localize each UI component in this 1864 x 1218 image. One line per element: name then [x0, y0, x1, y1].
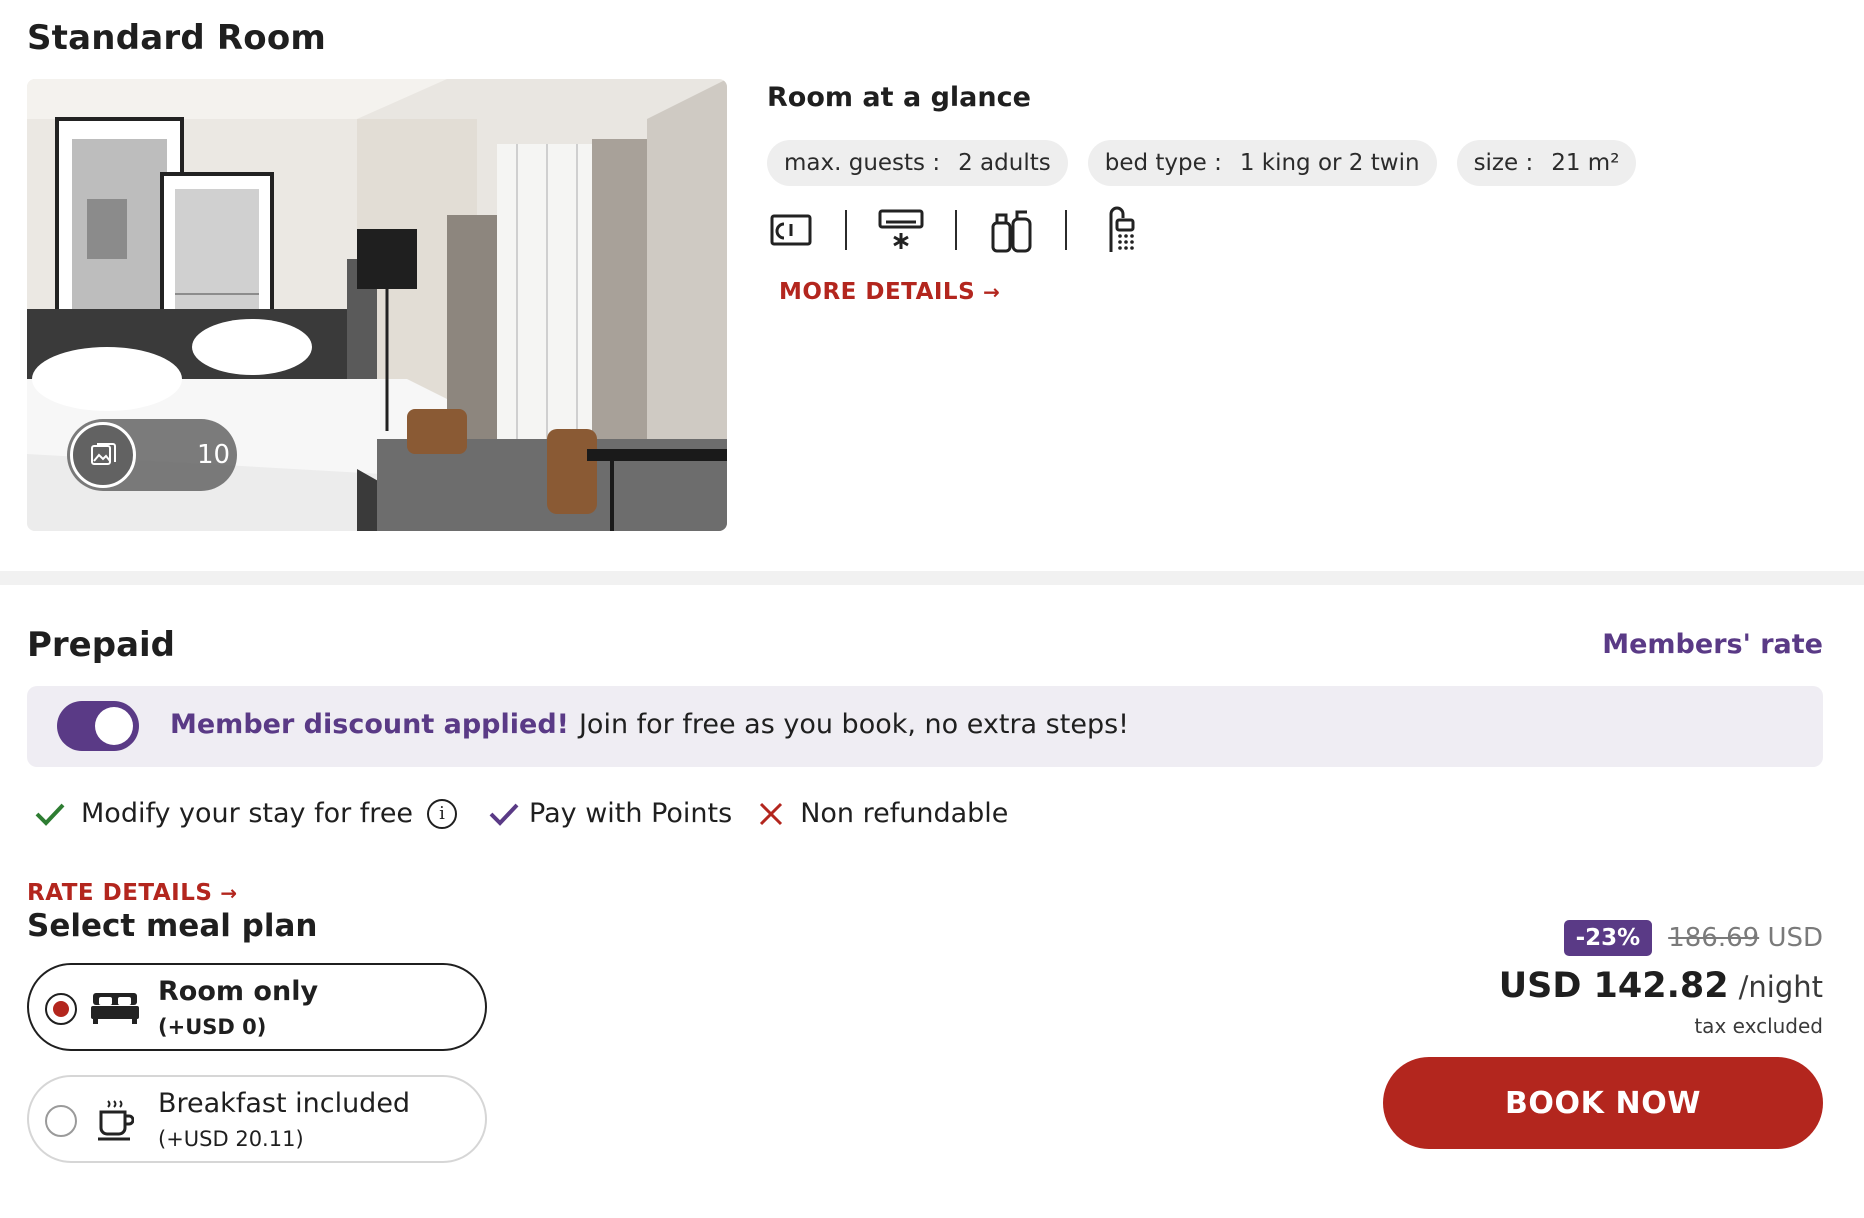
feature-non-refundable: Non refundable	[758, 798, 1008, 829]
feature-text: Modify your stay for free	[81, 798, 414, 829]
meal-option-name: Room only	[158, 976, 319, 1007]
room-glance-title: Room at a glance	[767, 82, 1031, 113]
chip-label: max. guests :	[784, 150, 941, 176]
bed-icon	[89, 985, 141, 1031]
room-chips: max. guests : 2 adults bed type : 1 king…	[767, 140, 1637, 186]
price-block: -23% 186.69 USD USD 142.82 /night tax ex…	[1499, 920, 1823, 1038]
meal-plan-title: Select meal plan	[27, 908, 318, 944]
check-icon	[489, 802, 519, 826]
max-guests-chip: max. guests : 2 adults	[767, 140, 1068, 186]
rate-details-label: RATE DETAILS	[27, 880, 213, 906]
chip-value: 21 m²	[1551, 150, 1620, 176]
coffee-cup-icon	[89, 1097, 141, 1143]
original-price-amount: 186.69	[1668, 923, 1760, 953]
gallery-icon	[70, 422, 136, 488]
feature-modify-stay: Modify your stay for free i	[35, 798, 458, 829]
chip-label: bed type :	[1104, 150, 1222, 176]
tax-note: tax excluded	[1694, 1014, 1823, 1038]
more-details-label: MORE DETAILS	[779, 279, 976, 305]
amenity-divider	[1065, 210, 1067, 250]
rate-title: Prepaid	[27, 625, 176, 665]
check-icon	[35, 802, 65, 826]
member-discount-banner: Member discount applied! Join for free as…	[27, 686, 1823, 767]
section-divider	[0, 571, 1864, 585]
feature-pay-with-points: Pay with Points	[489, 798, 732, 829]
book-now-button[interactable]: BOOK NOW	[1383, 1057, 1823, 1149]
banner-body-text: Join for free as you book, no extra step…	[578, 709, 1129, 740]
arrow-right-icon: →	[983, 280, 1001, 304]
gallery-button[interactable]: 10	[67, 419, 237, 491]
meal-option-name: Breakfast included	[158, 1088, 411, 1119]
meal-option-price: (+USD 20.11)	[158, 1127, 304, 1151]
room-size-chip: size : 21 m²	[1456, 140, 1637, 186]
bed-type-chip: bed type : 1 king or 2 twin	[1087, 140, 1437, 186]
current-price-row: USD 142.82 /night	[1499, 966, 1823, 1006]
chip-value: 2 adults	[958, 150, 1051, 176]
meal-option-breakfast[interactable]: Breakfast included (+USD 20.11)	[27, 1075, 487, 1163]
rate-features: Modify your stay for free i Pay with Poi…	[35, 798, 1008, 829]
gallery-count: 10	[197, 440, 231, 470]
radio-button[interactable]	[45, 993, 77, 1025]
per-night-label: /night	[1738, 970, 1823, 1004]
room-photo[interactable]: 10	[27, 79, 727, 531]
meal-option-room-only[interactable]: Room only (+USD 0)	[27, 963, 487, 1051]
safe-icon	[767, 206, 815, 254]
banner-text: Member discount applied! Join for free as…	[170, 709, 1129, 740]
room-title: Standard Room	[27, 18, 327, 58]
amenity-divider	[955, 210, 957, 250]
toggle-knob	[95, 707, 133, 745]
original-price: 186.69 USD	[1668, 923, 1823, 953]
feature-text: Pay with Points	[529, 798, 733, 829]
radio-dot	[53, 1001, 69, 1017]
chip-label: size :	[1473, 150, 1534, 176]
original-price-currency: USD	[1767, 923, 1823, 953]
members-rate-link[interactable]: Members' rate	[1602, 629, 1823, 660]
discount-badge: -23%	[1563, 920, 1653, 956]
info-icon[interactable]: i	[427, 798, 458, 829]
member-discount-toggle[interactable]	[57, 701, 139, 751]
more-details-link[interactable]: MORE DETAILS →	[779, 279, 1000, 305]
chip-value: 1 king or 2 twin	[1239, 150, 1420, 176]
radio-button[interactable]	[45, 1105, 77, 1137]
arrow-right-icon: →	[220, 881, 238, 905]
discount-row: -23% 186.69 USD	[1499, 920, 1823, 956]
toiletries-icon	[987, 206, 1035, 254]
cross-icon	[758, 801, 784, 827]
meal-option-price: (+USD 0)	[158, 1015, 267, 1039]
amenity-divider	[845, 210, 847, 250]
rate-details-link[interactable]: RATE DETAILS →	[27, 880, 238, 906]
air-conditioning-icon	[877, 206, 925, 254]
banner-strong-text: Member discount applied!	[170, 709, 569, 740]
current-price: USD 142.82	[1498, 966, 1729, 1006]
amenities-row	[767, 206, 1145, 254]
shower-icon	[1097, 206, 1145, 254]
feature-text: Non refundable	[800, 798, 1009, 829]
